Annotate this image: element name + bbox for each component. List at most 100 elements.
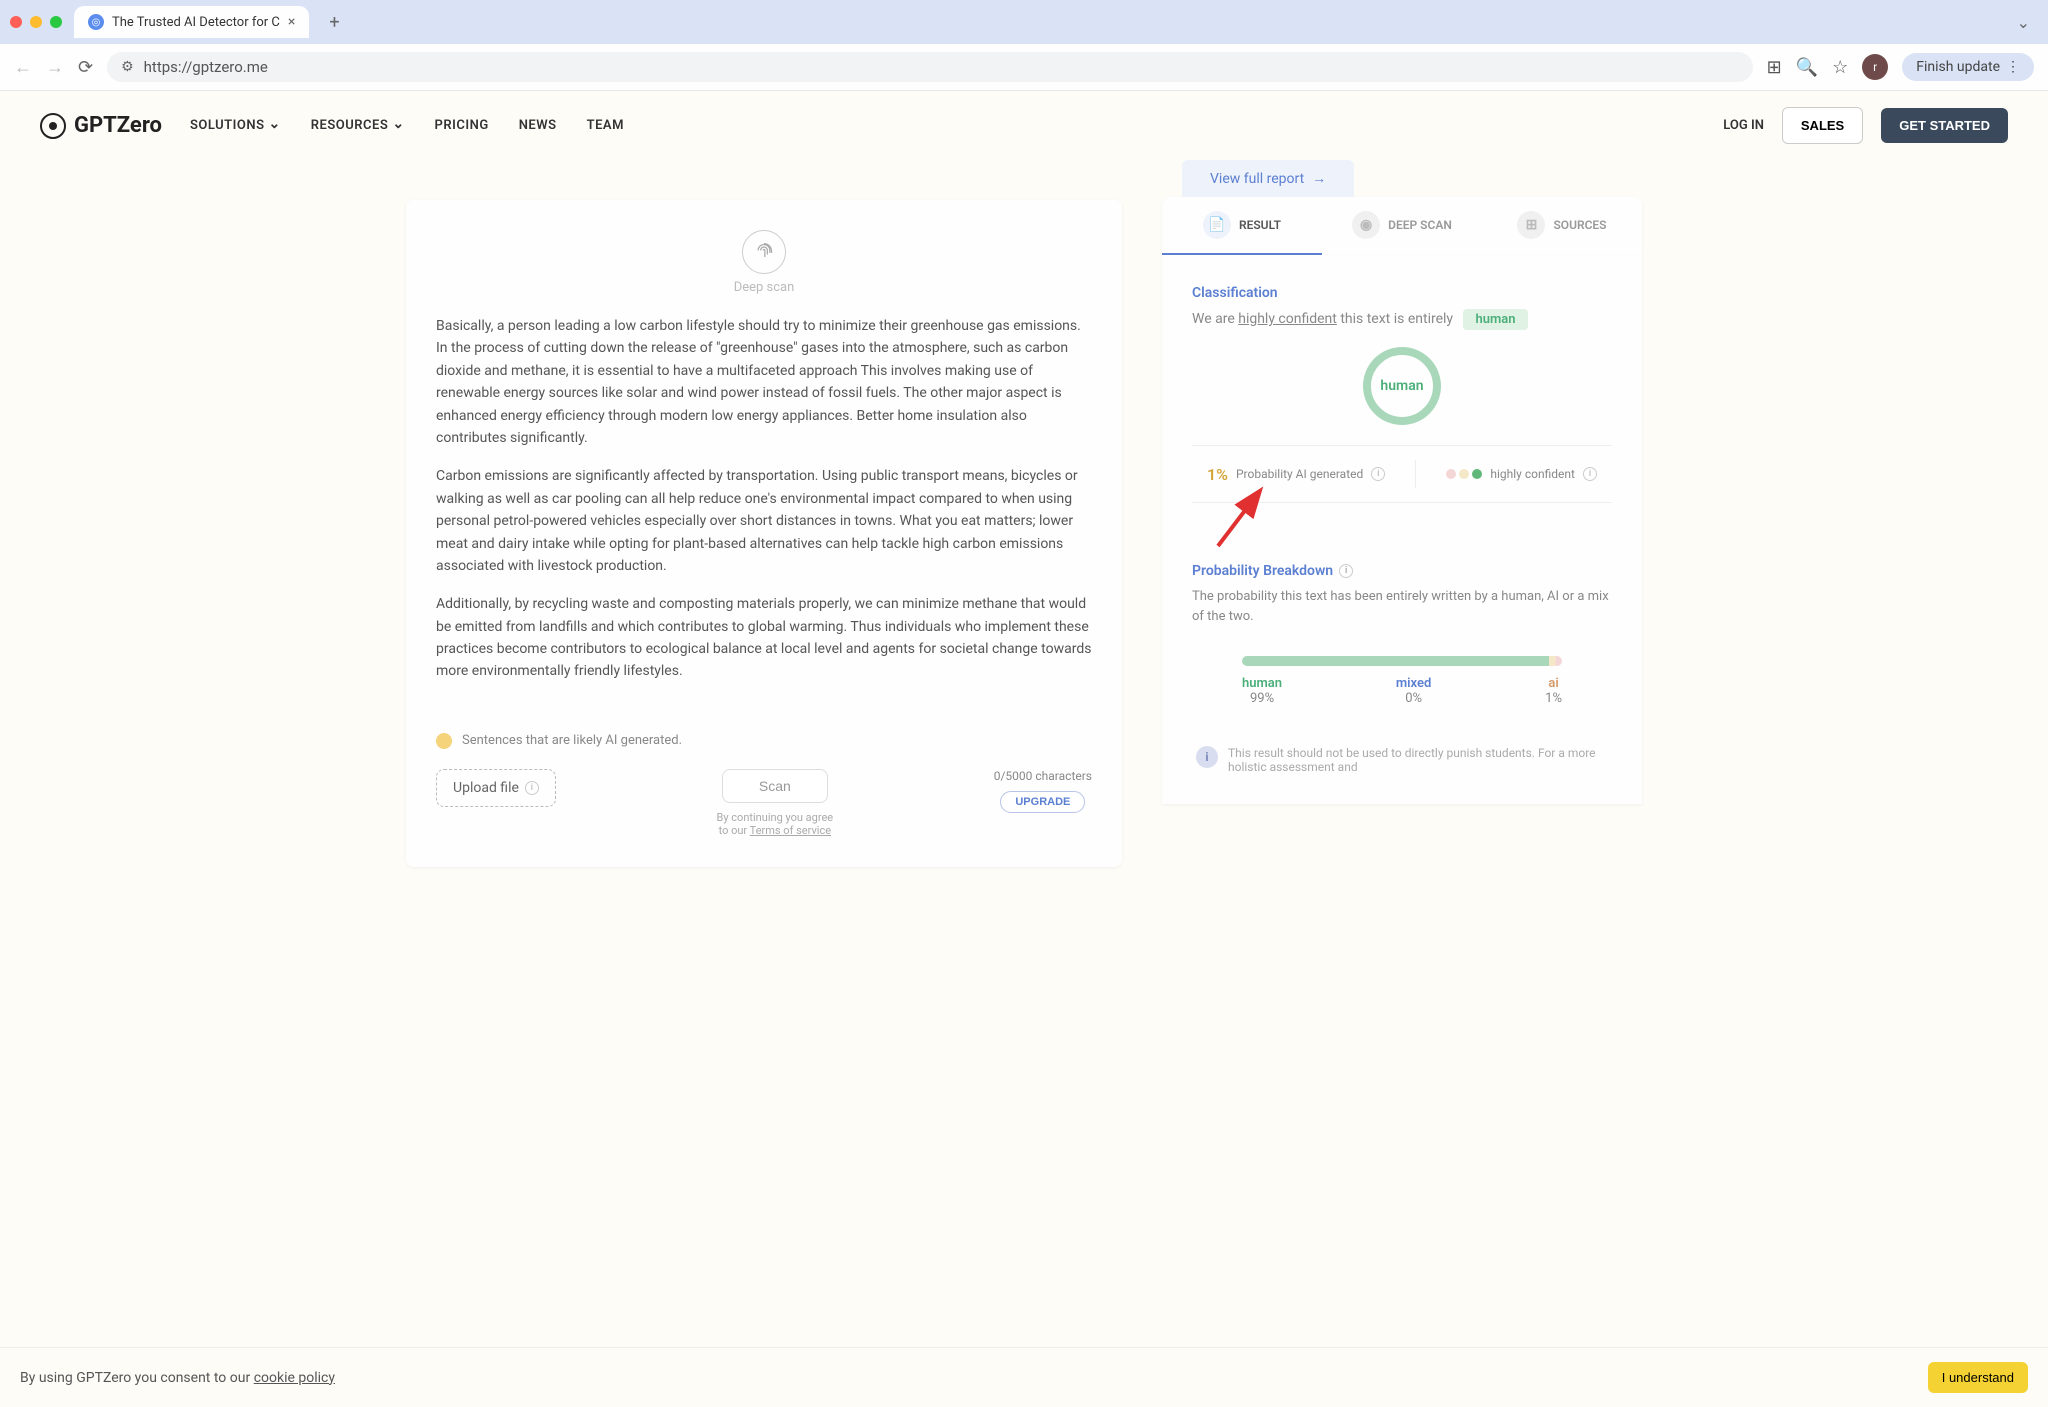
info-icon: i — [525, 781, 539, 795]
close-window-button[interactable] — [10, 16, 22, 28]
confidence-dots-icon — [1446, 469, 1482, 479]
back-button[interactable]: ← — [14, 57, 32, 78]
annotation-arrow-icon — [1210, 484, 1270, 558]
favicon-icon: ◎ — [88, 14, 104, 30]
new-tab-button[interactable]: + — [321, 12, 347, 33]
info-icon[interactable]: i — [1583, 467, 1597, 481]
legend-text: Sentences that are likely AI generated. — [462, 733, 682, 748]
nav-news[interactable]: NEWS — [519, 118, 557, 134]
paragraph-3: Additionally, by recycling waste and com… — [436, 593, 1092, 683]
sources-icon: ⊞ — [1517, 211, 1545, 239]
highly-confident-text: highly confident — [1238, 311, 1337, 327]
sales-button[interactable]: SALES — [1782, 107, 1863, 144]
bookmark-icon[interactable]: ☆ — [1832, 57, 1848, 78]
view-full-report-button[interactable]: View full report → — [1182, 160, 1354, 197]
logo-icon — [40, 113, 66, 139]
breakdown-mixed: mixed 0% — [1396, 676, 1431, 706]
fingerprint-icon: ◉ — [1352, 211, 1380, 239]
upgrade-button[interactable]: UPGRADE — [1000, 791, 1085, 813]
maximize-window-button[interactable] — [50, 16, 62, 28]
url-bar: ← → ⟳ ⚙ https://gptzero.me ⊞ 🔍 ☆ r Finis… — [0, 44, 2048, 91]
bottom-controls: Upload file i Scan By continuing you agr… — [436, 769, 1092, 837]
deep-scan-label: Deep scan — [436, 280, 1092, 295]
tab-title: The Trusted AI Detector for C — [112, 15, 280, 30]
cookie-policy-link[interactable]: cookie policy — [254, 1370, 335, 1386]
char-count: 0/5000 characters — [994, 769, 1092, 783]
classification-gauge: human — [1363, 347, 1441, 425]
stat-ai-probability: 1% Probability AI generated i — [1207, 465, 1385, 484]
stat-confidence: highly confident i — [1446, 467, 1597, 481]
document-icon: 📄 — [1203, 211, 1231, 239]
legend: Sentences that are likely AI generated. — [436, 733, 1092, 749]
tabs-dropdown-button[interactable]: ⌄ — [2009, 9, 2038, 36]
tab-result[interactable]: 📄 RESULT — [1162, 197, 1322, 255]
terms-link[interactable]: Terms of service — [750, 824, 831, 837]
url-text: https://gptzero.me — [144, 58, 268, 76]
finish-update-button[interactable]: Finish update ⋮ — [1902, 53, 2034, 81]
terms-text: By continuing you agree to our Terms of … — [717, 811, 834, 837]
result-tabs: 📄 RESULT ◉ DEEP SCAN ⊞ SOURCES — [1162, 197, 1642, 255]
reload-button[interactable]: ⟳ — [78, 57, 93, 78]
nav-solutions[interactable]: SOLUTIONS — [190, 118, 281, 134]
breakdown-human: human 99% — [1242, 676, 1282, 706]
paragraph-1: Basically, a person leading a low carbon… — [436, 315, 1092, 449]
site-settings-icon[interactable]: ⚙ — [121, 59, 134, 75]
breakdown-labels: human 99% mixed 0% ai 1% — [1192, 676, 1612, 706]
scan-button[interactable]: Scan — [722, 769, 828, 803]
info-badge-icon: i — [1196, 746, 1218, 768]
cookie-text: By using GPTZero you consent to our cook… — [20, 1370, 335, 1386]
forward-button[interactable]: → — [46, 57, 64, 78]
close-tab-button[interactable]: × — [288, 14, 295, 30]
logo[interactable]: GPTZero — [40, 113, 162, 139]
tab-sources[interactable]: ⊞ SOURCES — [1482, 197, 1642, 255]
tab-deep-scan[interactable]: ◉ DEEP SCAN — [1322, 197, 1482, 255]
login-link[interactable]: LOG IN — [1723, 118, 1764, 133]
get-started-button[interactable]: GET STARTED — [1881, 108, 2008, 143]
cookie-accept-button[interactable]: I understand — [1928, 1362, 2028, 1393]
translate-icon[interactable]: ⊞ — [1767, 57, 1782, 78]
legend-dot-icon — [436, 733, 452, 749]
site-header: GPTZero SOLUTIONS RESOURCES PRICING NEWS… — [0, 91, 2048, 160]
info-icon[interactable]: i — [1339, 564, 1353, 578]
tab-bar: ◎ The Trusted AI Detector for C × + ⌄ — [0, 0, 2048, 44]
browser-chrome: ◎ The Trusted AI Detector for C × + ⌄ ← … — [0, 0, 2048, 91]
info-icon[interactable]: i — [1371, 467, 1385, 481]
disclaimer: i This result should not be used to dire… — [1192, 746, 1612, 774]
nav-links: SOLUTIONS RESOURCES PRICING NEWS TEAM — [190, 118, 624, 134]
address-bar[interactable]: ⚙ https://gptzero.me — [107, 52, 1752, 82]
ai-pct-value: 1% — [1207, 465, 1228, 484]
divider — [1415, 460, 1416, 488]
arrow-right-icon: → — [1312, 170, 1326, 187]
result-body: Classification We are highly confident t… — [1162, 255, 1642, 804]
browser-tab[interactable]: ◎ The Trusted AI Detector for C × — [74, 6, 309, 38]
gauge-wrap: human — [1192, 347, 1612, 425]
zoom-icon[interactable]: 🔍 — [1796, 57, 1818, 78]
scan-section: Scan By continuing you agree to our Term… — [717, 769, 834, 837]
breakdown-ai: ai 1% — [1545, 676, 1562, 706]
human-badge: human — [1463, 309, 1527, 330]
cookie-banner: By using GPTZero you consent to our cook… — [0, 1347, 2048, 1407]
classification-text: We are highly confident this text is ent… — [1192, 311, 1612, 327]
nav-pricing[interactable]: PRICING — [435, 118, 489, 134]
deep-scan-header: Deep scan — [436, 230, 1092, 295]
nav-resources[interactable]: RESOURCES — [311, 118, 405, 134]
url-actions: ⊞ 🔍 ☆ r Finish update ⋮ — [1767, 53, 2034, 81]
nav-team[interactable]: TEAM — [587, 118, 624, 134]
breakdown-title: Probability Breakdown i — [1192, 563, 1612, 579]
breakdown-desc: The probability this text has been entir… — [1192, 587, 1612, 626]
minimize-window-button[interactable] — [30, 16, 42, 28]
kebab-icon: ⋮ — [2006, 59, 2020, 75]
header-right: LOG IN SALES GET STARTED — [1723, 107, 2008, 144]
char-count-section: 0/5000 characters UPGRADE — [994, 769, 1092, 813]
stats-row: 1% Probability AI generated i highly con… — [1192, 445, 1612, 503]
input-panel: Deep scan Basically, a person leading a … — [406, 200, 1122, 867]
text-content[interactable]: Basically, a person leading a low carbon… — [436, 315, 1092, 683]
traffic-lights — [10, 16, 62, 28]
profile-avatar[interactable]: r — [1862, 54, 1888, 80]
fingerprint-icon — [742, 230, 786, 274]
main-content: Deep scan Basically, a person leading a … — [366, 160, 1682, 887]
breakdown-bar — [1242, 656, 1562, 666]
paragraph-2: Carbon emissions are significantly affec… — [436, 465, 1092, 577]
classification-title: Classification — [1192, 285, 1612, 301]
upload-file-button[interactable]: Upload file i — [436, 769, 556, 807]
